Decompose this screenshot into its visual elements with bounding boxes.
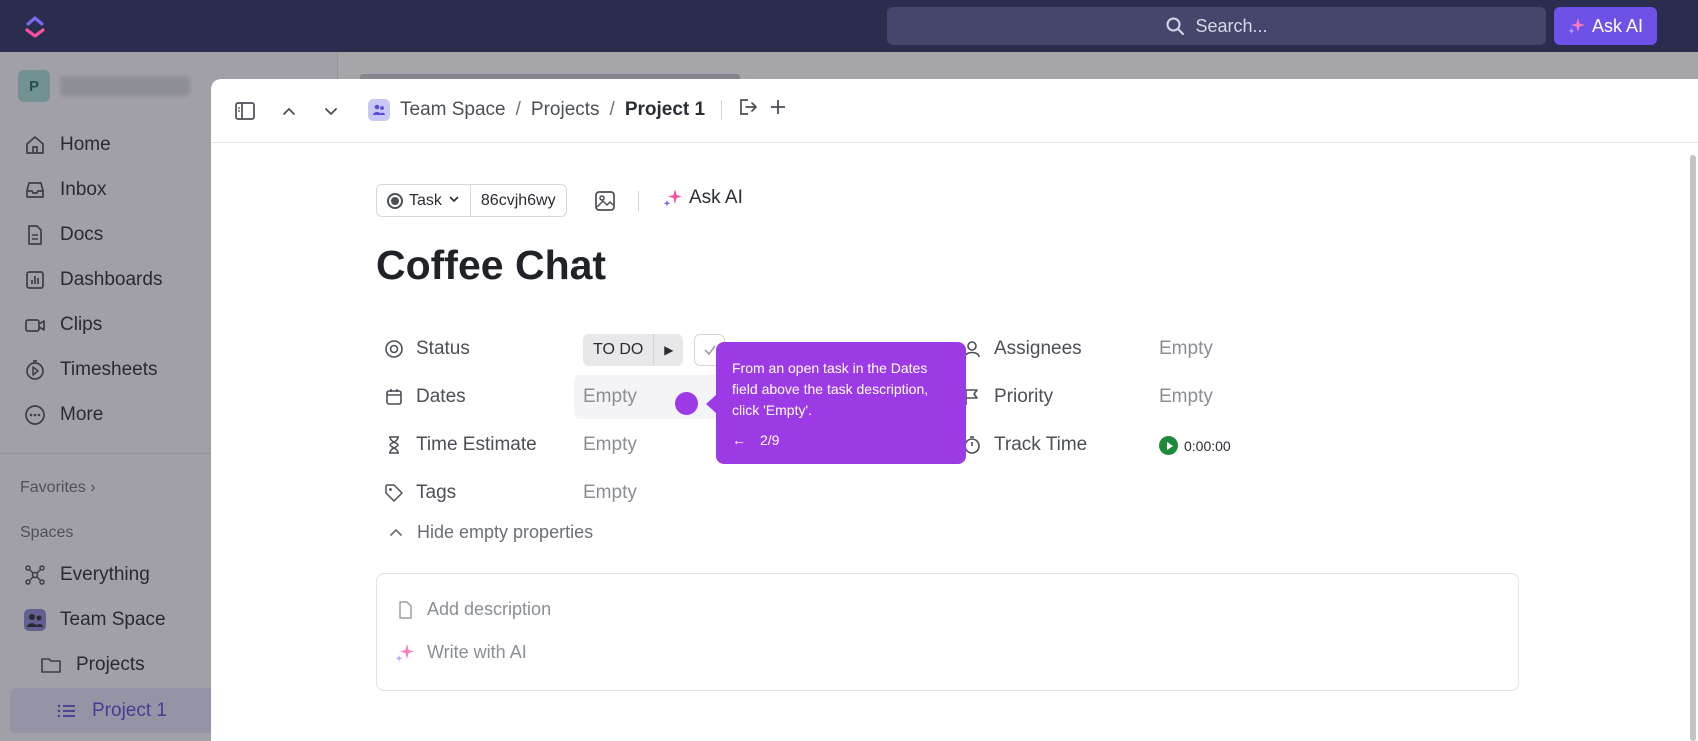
property-time-estimate: Time Estimate xyxy=(384,434,537,456)
search-icon xyxy=(1166,17,1185,35)
add-description-row[interactable]: Add description xyxy=(395,599,551,620)
breadcrumb-space[interactable]: Team Space xyxy=(400,99,506,121)
breadcrumb: Team Space / Projects / Project 1 xyxy=(368,97,788,123)
write-with-ai-label: Write with AI xyxy=(427,642,527,662)
property-label: Dates xyxy=(416,386,466,407)
tutorial-hotspot[interactable] xyxy=(675,392,698,415)
chevron-down-icon xyxy=(448,192,460,210)
image-icon[interactable] xyxy=(593,189,617,213)
breadcrumb-list[interactable]: Project 1 xyxy=(625,99,705,121)
play-icon[interactable] xyxy=(1159,436,1178,455)
property-assignees: Assignees xyxy=(962,338,1082,360)
status-icon xyxy=(385,340,403,358)
property-label: Time Estimate xyxy=(416,434,537,455)
property-dates: Dates xyxy=(384,386,466,408)
task-type-label: Task xyxy=(409,191,442,209)
scrollbar[interactable] xyxy=(1690,155,1696,741)
task-ask-ai-button[interactable]: Ask AI xyxy=(663,187,743,209)
top-bar: Search... Ask AI xyxy=(0,0,1698,52)
breadcrumb-separator: / xyxy=(515,99,521,120)
status-value: TO DO xyxy=(593,341,644,358)
next-status-icon[interactable]: ▶ xyxy=(653,334,683,366)
property-priority: Priority xyxy=(962,386,1053,408)
chevron-up-icon xyxy=(390,528,402,536)
priority-value[interactable]: Empty xyxy=(1159,386,1213,408)
search-placeholder: Search... xyxy=(1195,15,1268,36)
breadcrumb-folder[interactable]: Projects xyxy=(531,99,600,121)
property-label: Assignees xyxy=(994,338,1082,359)
tags-value[interactable]: Empty xyxy=(583,482,637,504)
status-dropdown[interactable]: TO DO ▶ xyxy=(583,334,684,366)
hide-empty-label: Hide empty properties xyxy=(417,522,594,542)
description-box[interactable]: Add description Write with AI xyxy=(376,573,1519,691)
sparkle-icon xyxy=(1568,18,1585,34)
tag-icon xyxy=(385,484,403,502)
breadcrumb-separator: / xyxy=(609,99,615,120)
hourglass-icon xyxy=(389,436,399,454)
task-title[interactable]: Coffee Chat xyxy=(376,242,606,289)
ask-ai-label: Ask AI xyxy=(689,187,743,208)
add-icon[interactable] xyxy=(768,97,788,123)
task-id[interactable]: 86cvjh6wy xyxy=(471,185,566,216)
ask-ai-label: Ask AI xyxy=(1591,15,1644,36)
sparkle-icon xyxy=(395,643,414,662)
property-track-time: Track Time xyxy=(962,434,1087,456)
sidebar-toggle-icon[interactable] xyxy=(233,99,257,123)
task-panel-header: Team Space / Projects / Project 1 xyxy=(211,79,1698,143)
team-space-icon xyxy=(368,99,390,121)
chevron-up-icon[interactable] xyxy=(277,99,301,123)
task-type-dropdown[interactable]: Task xyxy=(377,185,471,216)
calendar-icon xyxy=(386,389,402,405)
sparkle-icon xyxy=(663,189,682,207)
add-description-label: Add description xyxy=(427,599,552,619)
property-label: Track Time xyxy=(994,434,1088,455)
tutorial-tooltip: From an open task in the Dates field abo… xyxy=(706,342,966,464)
search-bar[interactable]: Search... xyxy=(887,7,1546,45)
property-label: Tags xyxy=(416,482,457,503)
back-arrow-icon[interactable]: ← xyxy=(732,432,746,448)
track-time-timer[interactable]: 0:00:00 xyxy=(1159,436,1231,455)
task-type-id-pill: Task 86cvjh6wy xyxy=(376,184,567,217)
ask-ai-button[interactable]: Ask AI xyxy=(1554,7,1657,45)
property-label: Priority xyxy=(994,386,1054,407)
property-status: Status xyxy=(384,338,470,360)
property-label: Status xyxy=(416,338,470,359)
property-tags: Tags xyxy=(384,482,456,504)
header-divider xyxy=(721,100,723,120)
tooltip-step: 2/9 xyxy=(760,432,780,448)
meta-divider xyxy=(638,191,639,211)
chevron-down-icon[interactable] xyxy=(319,99,343,123)
document-icon xyxy=(399,600,412,619)
clickup-logo-icon[interactable] xyxy=(22,13,48,39)
write-with-ai-row[interactable]: Write with AI xyxy=(395,642,527,663)
move-task-icon[interactable] xyxy=(738,97,758,123)
dates-empty-value[interactable]: Empty xyxy=(583,386,637,408)
tooltip-text: From an open task in the Dates field abo… xyxy=(732,360,929,418)
tooltip-nav: ← 2/9 xyxy=(732,432,779,448)
assignees-value[interactable]: Empty xyxy=(1159,338,1213,360)
check-icon xyxy=(703,345,716,356)
track-time-value: 0:00:00 xyxy=(1184,437,1231,454)
hide-empty-properties-toggle[interactable]: Hide empty properties xyxy=(387,522,593,543)
time-estimate-value[interactable]: Empty xyxy=(583,434,637,456)
task-type-icon xyxy=(387,192,403,209)
